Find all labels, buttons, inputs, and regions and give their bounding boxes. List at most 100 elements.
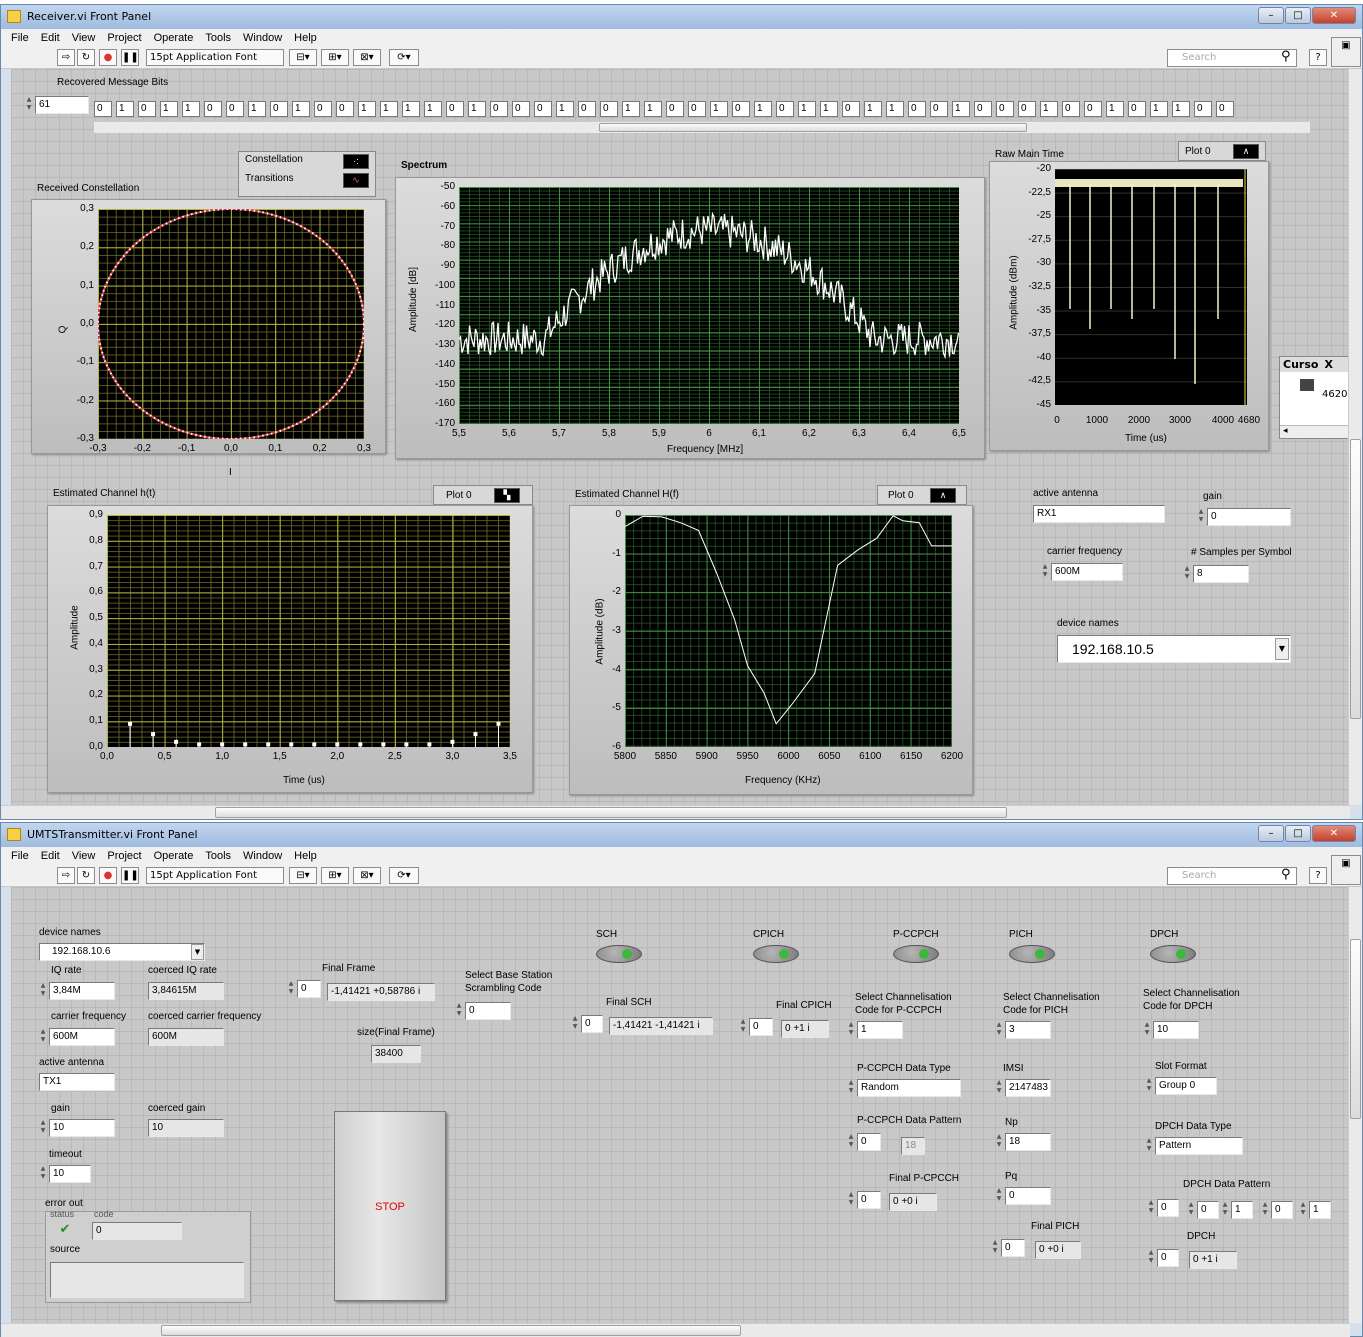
search-input[interactable]: Search	[1167, 49, 1297, 67]
menu-operate[interactable]: Operate	[154, 850, 194, 862]
dpch-type-field[interactable]: Pattern	[1155, 1137, 1243, 1155]
final-pccpch-spinner[interactable]: ▲ ▼	[847, 1191, 855, 1209]
bit-cell[interactable]: 0	[534, 101, 552, 117]
scrambling-spinner[interactable]: ▲ ▼	[455, 1002, 463, 1020]
reorder-icon[interactable]: ⟳▾	[389, 867, 419, 884]
distribute-icon[interactable]: ⊞▾	[321, 867, 349, 884]
bit-cell[interactable]: 0	[204, 101, 222, 117]
menu-help[interactable]: Help	[294, 32, 317, 44]
gain-field[interactable]: 0	[1207, 508, 1291, 526]
np-field[interactable]: 18	[1005, 1133, 1051, 1151]
bit-cell[interactable]: 0	[446, 101, 464, 117]
transmitter-vscroll-thumb[interactable]	[1350, 939, 1361, 1119]
pccpch-pattern-index[interactable]: 0	[857, 1133, 881, 1151]
bit-cell[interactable]: 0	[1216, 101, 1234, 117]
carrier-spinner[interactable]: ▲ ▼	[39, 1028, 47, 1046]
transmitter-titlebar[interactable]: UMTSTransmitter.vi Front Panel – □ ✕	[1, 823, 1362, 847]
rawtime-plot[interactable]	[1055, 169, 1247, 405]
device-select[interactable]: 192.168.10.6	[39, 943, 205, 961]
dpch-led[interactable]	[1150, 945, 1196, 963]
sps-field[interactable]: 8	[1193, 565, 1249, 583]
pq-spinner[interactable]: ▲ ▼	[995, 1187, 1003, 1205]
ht-plot[interactable]	[107, 515, 510, 747]
bit-cell[interactable]: 0	[336, 101, 354, 117]
menu-window[interactable]: Window	[243, 850, 282, 862]
bit-cell[interactable]: 1	[710, 101, 728, 117]
dpch-pattern-spinner-1[interactable]: ▲ ▼	[1221, 1201, 1229, 1219]
help-icon[interactable]: ?	[1309, 867, 1327, 884]
abort-icon[interactable]: ●	[99, 49, 117, 66]
scatter-swatch-icon[interactable]: ·:	[343, 154, 369, 169]
dpch-pattern-spinner-3[interactable]: ▲ ▼	[1299, 1201, 1307, 1219]
bit-cell[interactable]: 1	[820, 101, 838, 117]
align-icon[interactable]: ⊟▾	[289, 49, 317, 66]
menu-window[interactable]: Window	[243, 32, 282, 44]
transmitter-hscroll[interactable]	[1, 1323, 1350, 1337]
chan-pccpch-spinner[interactable]: ▲ ▼	[847, 1021, 855, 1039]
gain-spinner[interactable]: ▲ ▼	[1197, 508, 1205, 526]
bit-cell[interactable]: 0	[226, 101, 244, 117]
constellation-plot[interactable]	[98, 209, 364, 439]
dpch-pattern-element[interactable]: 0	[1271, 1201, 1293, 1219]
pq-field[interactable]: 0	[1005, 1187, 1051, 1205]
spectrum-plot[interactable]	[459, 187, 959, 424]
bit-cell[interactable]: 1	[468, 101, 486, 117]
hf-plot[interactable]	[625, 515, 952, 747]
minimize-button[interactable]: –	[1258, 825, 1284, 842]
dpch-pattern-element[interactable]: 0	[1197, 1201, 1219, 1219]
menu-edit[interactable]: Edit	[41, 850, 60, 862]
bit-cell[interactable]: 1	[380, 101, 398, 117]
bit-cell[interactable]: 1	[1040, 101, 1058, 117]
iq-rate-field[interactable]: 3,84M	[49, 982, 115, 1000]
bit-cell[interactable]: 0	[732, 101, 750, 117]
bit-cell[interactable]: 0	[688, 101, 706, 117]
sch-led[interactable]	[596, 945, 642, 963]
menu-view[interactable]: View	[72, 850, 96, 862]
dpch-pattern-spinner[interactable]: ▲ ▼	[1147, 1199, 1155, 1217]
dpch-pattern-spinner-0[interactable]: ▲ ▼	[1187, 1201, 1195, 1219]
bit-cell[interactable]: 0	[666, 101, 684, 117]
bit-cell[interactable]: 0	[94, 101, 112, 117]
bits-scrollbar[interactable]	[94, 121, 1310, 133]
align-icon[interactable]: ⊟▾	[289, 867, 317, 884]
carrier-field[interactable]: 600M	[49, 1028, 115, 1046]
pause-icon[interactable]: ❚❚	[121, 49, 139, 66]
line-swatch-icon[interactable]: ∧	[930, 487, 956, 503]
line-swatch-icon[interactable]: ∿	[343, 173, 369, 188]
carrier-field[interactable]: 600M	[1051, 563, 1123, 581]
font-selector[interactable]: 15pt Application Font	[146, 867, 284, 884]
bit-cell[interactable]: 1	[1106, 101, 1124, 117]
font-selector[interactable]: 15pt Application Font	[146, 49, 284, 66]
bit-cell[interactable]: 0	[314, 101, 332, 117]
receiver-hscroll[interactable]	[1, 805, 1350, 819]
bit-cell[interactable]: 1	[358, 101, 376, 117]
menu-operate[interactable]: Operate	[154, 32, 194, 44]
scrambling-field[interactable]: 0	[465, 1002, 511, 1020]
menu-file[interactable]: File	[11, 850, 29, 862]
bit-cell[interactable]: 1	[1172, 101, 1190, 117]
menu-file[interactable]: File	[11, 32, 29, 44]
bit-cell[interactable]: 0	[512, 101, 530, 117]
chan-pich-spinner[interactable]: ▲ ▼	[995, 1021, 1003, 1039]
bit-cell[interactable]: 0	[490, 101, 508, 117]
chevron-down-icon[interactable]: ▼	[191, 944, 204, 960]
dpch-pattern-spinner-2[interactable]: ▲ ▼	[1261, 1201, 1269, 1219]
bit-cell[interactable]: 0	[1128, 101, 1146, 117]
carrier-spinner[interactable]: ▲ ▼	[1041, 563, 1049, 581]
bits-index-spinner[interactable]: ▲ ▼	[25, 96, 33, 114]
slot-spinner[interactable]: ▲ ▼	[1145, 1077, 1153, 1095]
final-frame-spinner[interactable]: ▲ ▼	[287, 980, 295, 998]
final-sch-index[interactable]: 0	[581, 1015, 603, 1033]
help-icon[interactable]: ?	[1309, 49, 1327, 66]
search-icon[interactable]: ⚲	[1281, 49, 1297, 67]
sps-spinner[interactable]: ▲ ▼	[1183, 565, 1191, 583]
slot-field[interactable]: Group 0	[1155, 1077, 1217, 1095]
chan-pich-field[interactable]: 3	[1005, 1021, 1051, 1039]
distribute-icon[interactable]: ⊞▾	[321, 49, 349, 66]
maximize-button[interactable]: □	[1285, 825, 1311, 842]
timeout-field[interactable]: 10	[49, 1165, 91, 1183]
imsi-spinner[interactable]: ▲ ▼	[995, 1079, 1003, 1097]
menu-project[interactable]: Project	[107, 850, 141, 862]
dpch-pattern-element[interactable]: 1	[1231, 1201, 1253, 1219]
stop-button[interactable]: STOP	[334, 1111, 446, 1301]
